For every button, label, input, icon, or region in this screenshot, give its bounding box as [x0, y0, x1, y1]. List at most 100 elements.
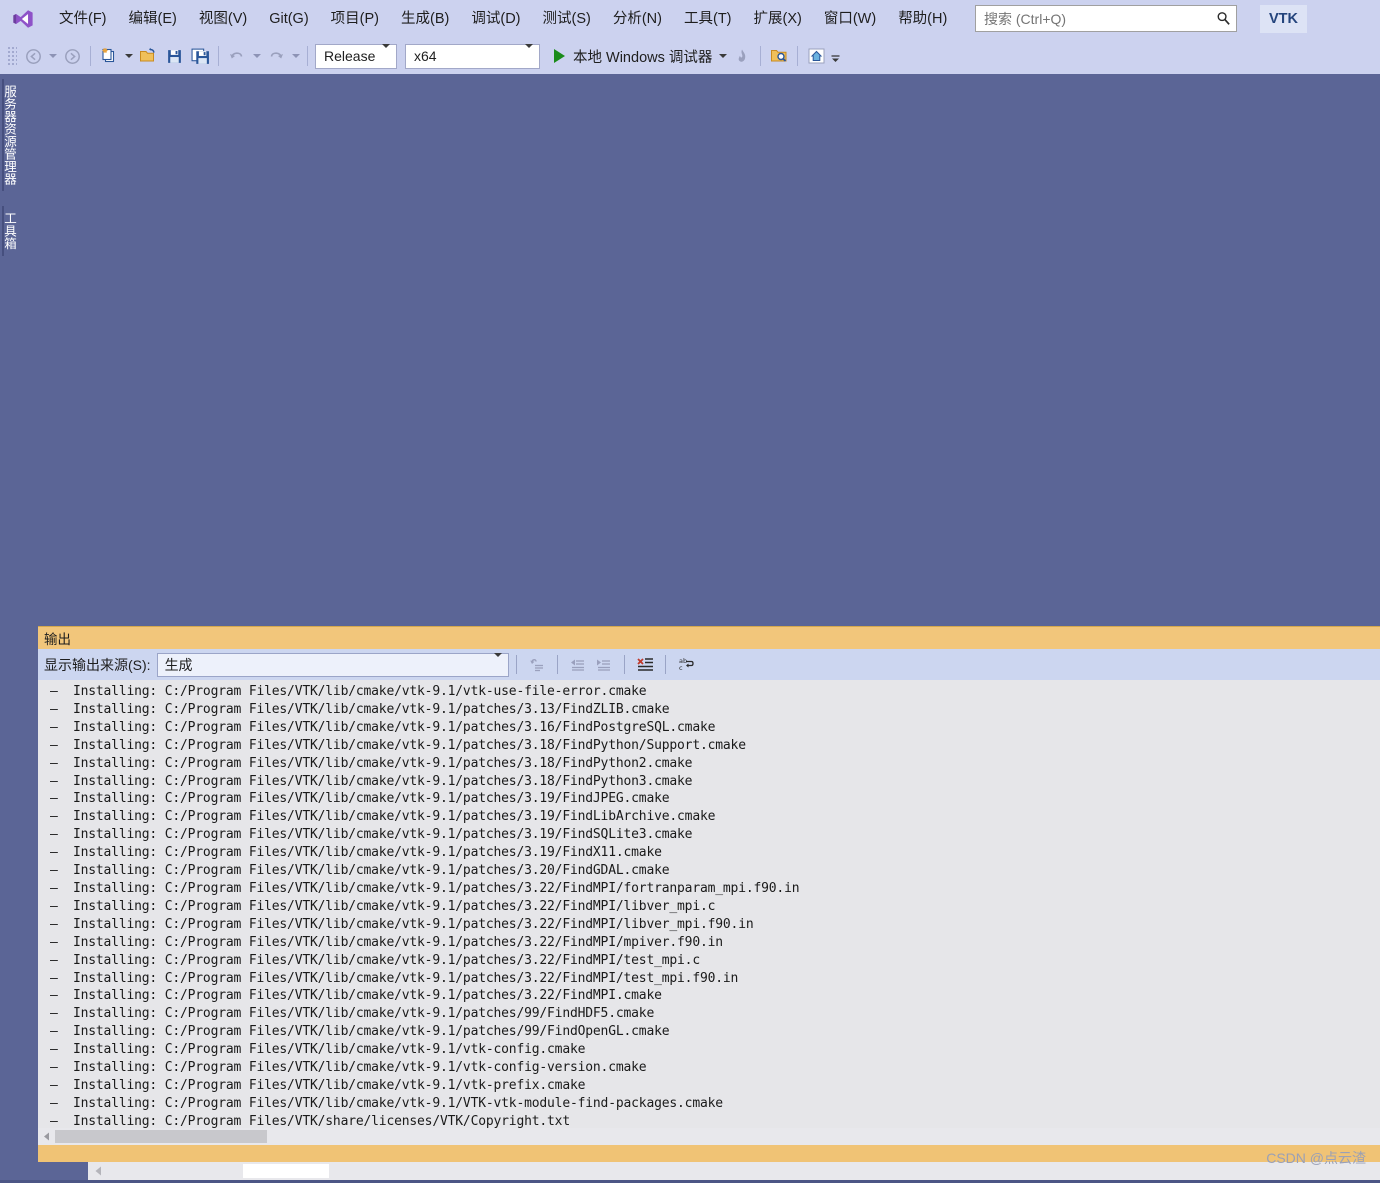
new-item-dropdown[interactable] [122, 43, 135, 69]
output-line: — Installing: C:/Program Files/VTK/lib/c… [50, 988, 662, 1004]
svg-text:c: c [679, 664, 683, 672]
menu-file[interactable]: 文件(F) [48, 5, 118, 33]
output-line: — Installing: C:/Program Files/VTK/lib/c… [50, 701, 670, 717]
output-line: — Installing: C:/Program Files/VTK/lib/c… [50, 1006, 655, 1022]
sidebar-tab-toolbox[interactable]: 工具箱 [2, 206, 21, 256]
output-hscroll-thumb[interactable] [55, 1130, 267, 1143]
output-line: — Installing: C:/Program Files/VTK/lib/c… [50, 1095, 723, 1111]
output-line: — Installing: C:/Program Files/VTK/lib/c… [50, 684, 647, 699]
menu-git[interactable]: Git(G) [258, 5, 319, 33]
search-icon [1210, 6, 1236, 31]
menu-help[interactable]: 帮助(H) [887, 5, 958, 33]
menu-project[interactable]: 项目(P) [320, 5, 390, 33]
output-line: — Installing: C:/Program Files/VTK/lib/c… [50, 755, 693, 771]
output-line: — Installing: C:/Program Files/VTK/lib/c… [50, 827, 693, 843]
menu-view[interactable]: 视图(V) [188, 5, 258, 33]
output-line: — Installing: C:/Program Files/VTK/lib/c… [50, 791, 670, 807]
toolbar-overflow-icon[interactable] [829, 43, 842, 69]
output-panel-title-bar[interactable]: 输出 [38, 627, 1380, 649]
output-line: — Installing: C:/Program Files/VTK/lib/c… [50, 970, 739, 986]
solution-badge[interactable]: VTK [1260, 5, 1307, 33]
output-toolbar-separator [515, 655, 517, 674]
scroll-left-icon[interactable] [90, 1163, 106, 1179]
find-message-source-icon[interactable] [524, 652, 550, 677]
visual-studio-logo-icon [6, 0, 40, 38]
solution-configuration-combo[interactable]: Release [315, 43, 397, 69]
left-dock-tabs: 服务器资源管理器 工具箱 [0, 74, 22, 1164]
output-line: — Installing: C:/Program Files/VTK/lib/c… [50, 916, 754, 932]
menu-analyze[interactable]: 分析(N) [602, 5, 673, 33]
output-line: — Installing: C:/Program Files/VTK/lib/c… [50, 934, 723, 950]
toolbar-separator [797, 46, 799, 66]
navigate-backward-icon[interactable] [20, 43, 46, 69]
bottom-strip: CSDN @点云渣 [0, 1150, 1380, 1183]
start-debugging-label: 本地 Windows 调试器 [573, 49, 713, 66]
scroll-left-icon[interactable] [38, 1128, 55, 1145]
menu-window[interactable]: 窗口(W) [813, 5, 887, 33]
output-line: — Installing: C:/Program Files/VTK/lib/c… [50, 952, 700, 968]
search-input[interactable] [976, 10, 1210, 27]
chevron-down-icon [525, 44, 533, 64]
folder-search-icon[interactable] [766, 43, 792, 69]
menu-items: 文件(F) 编辑(E) 视图(V) Git(G) 项目(P) 生成(B) 调试(… [48, 5, 958, 33]
solution-configuration-value: Release [324, 48, 376, 64]
output-toolbar-separator [664, 655, 666, 674]
menu-debug[interactable]: 调试(D) [460, 5, 531, 33]
output-panel: 输出 显示输出来源(S): 生成 ab c — Installing: C:/P… [38, 626, 1380, 1162]
workspace-hscroll-thumb[interactable] [243, 1164, 329, 1178]
quick-launch-search[interactable] [975, 5, 1237, 32]
save-icon[interactable] [161, 43, 187, 69]
output-line: — Installing: C:/Program Files/VTK/lib/c… [50, 845, 662, 861]
hot-reload-icon[interactable] [729, 43, 755, 69]
redo-icon[interactable] [263, 43, 289, 69]
toolbar-grip-handle[interactable] [7, 46, 17, 66]
output-toolbar-separator [623, 655, 625, 674]
undo-icon[interactable] [224, 43, 250, 69]
output-source-value: 生成 [164, 656, 193, 673]
standard-toolbar: Release x64 本地 Windows 调试器 [0, 38, 1380, 74]
menu-bar: 文件(F) 编辑(E) 视图(V) Git(G) 项目(P) 生成(B) 调试(… [0, 0, 1380, 38]
save-all-icon[interactable] [187, 43, 213, 69]
menu-tools[interactable]: 工具(T) [673, 5, 743, 33]
output-line: — Installing: C:/Program Files/VTK/lib/c… [50, 898, 716, 914]
output-horizontal-scrollbar[interactable] [38, 1128, 1380, 1145]
toolbar-separator [307, 46, 308, 66]
menu-build[interactable]: 生成(B) [390, 5, 460, 33]
output-line: — Installing: C:/Program Files/VTK/lib/c… [50, 880, 800, 896]
solution-platform-value: x64 [414, 48, 437, 64]
navigate-forward-icon[interactable] [59, 43, 85, 69]
play-icon [554, 49, 565, 63]
workspace-horizontal-scrollbar[interactable]: CSDN @点云渣 [88, 1150, 1380, 1180]
output-toolbar-separator [556, 655, 558, 674]
go-to-previous-message-icon[interactable] [565, 652, 591, 677]
watermark-text: CSDN @点云渣 [1266, 1150, 1366, 1166]
output-line: — Installing: C:/Program Files/VTK/lib/c… [50, 809, 716, 825]
output-line: — Installing: C:/Program Files/VTK/lib/c… [50, 1060, 647, 1076]
output-line: — Installing: C:/Program Files/VTK/lib/c… [50, 1024, 670, 1040]
go-to-next-message-icon[interactable] [591, 652, 617, 677]
sidebar-tab-server-explorer[interactable]: 服务器资源管理器 [2, 79, 21, 191]
sidebar-tab-toolbox-label: 工具箱 [2, 212, 16, 250]
open-file-icon[interactable] [135, 43, 161, 69]
output-line: — Installing: C:/Program Files/VTK/lib/c… [50, 737, 746, 753]
solution-platform-combo[interactable]: x64 [405, 43, 540, 69]
menu-extensions[interactable]: 扩展(X) [743, 5, 813, 33]
clear-all-icon[interactable] [632, 652, 658, 677]
menu-edit[interactable]: 编辑(E) [118, 5, 188, 33]
new-item-icon[interactable] [96, 43, 122, 69]
toolbar-separator [90, 46, 91, 66]
navigate-backward-dropdown[interactable] [46, 43, 59, 69]
redo-dropdown[interactable] [289, 43, 302, 69]
output-source-combo[interactable]: 生成 [156, 652, 509, 677]
editor-workspace [22, 74, 1380, 621]
start-debugging-dropdown[interactable] [716, 43, 729, 69]
toggle-word-wrap-icon[interactable]: ab c [673, 652, 699, 677]
undo-dropdown[interactable] [250, 43, 263, 69]
sidebar-tab-server-explorer-label: 服务器资源管理器 [2, 85, 16, 185]
home-icon[interactable] [803, 43, 829, 69]
output-text-area[interactable]: — Installing: C:/Program Files/VTK/lib/c… [38, 680, 1380, 1145]
start-debugging-button[interactable]: 本地 Windows 调试器 [548, 43, 716, 69]
visual-studio-window: 文件(F) 编辑(E) 视图(V) Git(G) 项目(P) 生成(B) 调试(… [0, 0, 1380, 1183]
menu-test[interactable]: 测试(S) [532, 5, 602, 33]
output-line: — Installing: C:/Program Files/VTK/lib/c… [50, 863, 670, 879]
